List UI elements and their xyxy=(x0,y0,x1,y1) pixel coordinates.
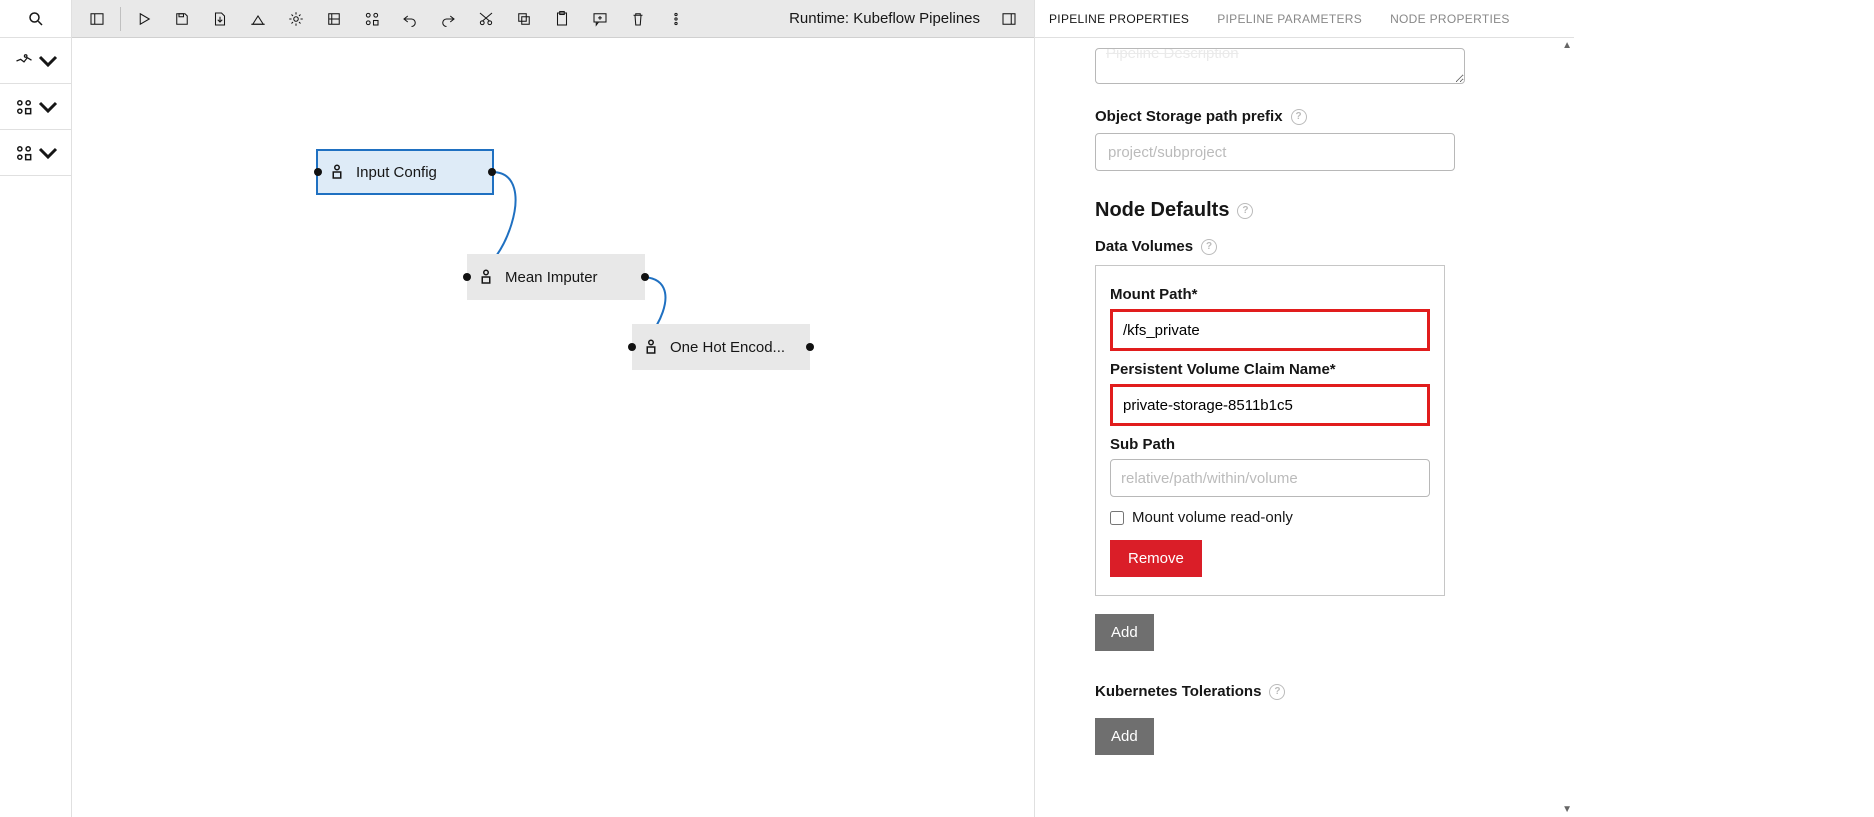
properties-scroll[interactable]: Pipeline Description Object Storage path… xyxy=(1035,38,1574,817)
paste-button[interactable] xyxy=(543,0,581,38)
add-volume-button[interactable]: Add xyxy=(1095,614,1154,651)
tab-pipeline-parameters[interactable]: PIPELINE PARAMETERS xyxy=(1203,0,1376,37)
properties-tabs: PIPELINE PROPERTIES PIPELINE PARAMETERS … xyxy=(1035,0,1574,38)
palette-cat-runner[interactable] xyxy=(0,38,71,84)
palette-search-button[interactable] xyxy=(0,0,71,38)
node-label: Mean Imputer xyxy=(505,269,598,286)
tab-node-properties[interactable]: NODE PROPERTIES xyxy=(1376,0,1524,37)
help-icon[interactable]: ? xyxy=(1291,109,1307,125)
node-port-in[interactable] xyxy=(463,273,471,281)
chevron-down-icon xyxy=(38,143,58,163)
runner-icon xyxy=(14,51,34,71)
panel-toggle-left-button[interactable] xyxy=(78,0,116,38)
chevron-down-icon xyxy=(38,51,58,71)
node-input-config[interactable]: Input Config xyxy=(316,149,494,195)
divider xyxy=(120,7,121,31)
tab-pipeline-properties[interactable]: PIPELINE PROPERTIES xyxy=(1035,0,1203,37)
node-port-in[interactable] xyxy=(628,343,636,351)
node-mean-imputer[interactable]: Mean Imputer xyxy=(467,254,645,300)
trailing-gap xyxy=(1574,0,1874,817)
node-one-hot-encoder[interactable]: One Hot Encod... xyxy=(632,324,810,370)
components-icon xyxy=(14,143,34,163)
help-icon[interactable]: ? xyxy=(1269,684,1285,700)
tolerations-label: Kubernetes Tolerations ? xyxy=(1095,683,1514,700)
add-component-button[interactable] xyxy=(353,0,391,38)
node-port-out[interactable] xyxy=(806,343,814,351)
editor-toolbar: Runtime: Kubeflow Pipelines xyxy=(72,0,1034,38)
runtimes-button[interactable] xyxy=(315,0,353,38)
panel-toggle-right-button[interactable] xyxy=(990,0,1028,38)
readonly-checkbox-row[interactable]: Mount volume read-only xyxy=(1110,509,1430,526)
delete-button[interactable] xyxy=(619,0,657,38)
data-volumes-label: Data Volumes ? xyxy=(1095,238,1514,255)
clear-button[interactable] xyxy=(239,0,277,38)
mount-path-highlight xyxy=(1110,309,1430,351)
cut-button[interactable] xyxy=(467,0,505,38)
component-icon xyxy=(642,338,660,356)
add-toleration-button[interactable]: Add xyxy=(1095,718,1154,755)
runtime-label: Runtime: Kubeflow Pipelines xyxy=(779,10,990,27)
component-icon xyxy=(328,163,346,181)
node-defaults-heading: Node Defaults ? xyxy=(1095,199,1514,222)
node-label: One Hot Encod... xyxy=(670,339,785,356)
more-button[interactable] xyxy=(657,0,695,38)
object-storage-prefix-label: Object Storage path prefix ? xyxy=(1095,108,1514,125)
pvc-name-highlight xyxy=(1110,384,1430,426)
chevron-down-icon xyxy=(38,97,58,117)
readonly-label: Mount volume read-only xyxy=(1132,509,1293,526)
center-column: Runtime: Kubeflow Pipelines Input Config… xyxy=(72,0,1034,817)
mount-path-input[interactable] xyxy=(1113,312,1427,348)
subpath-input[interactable] xyxy=(1110,459,1430,497)
copy-button[interactable] xyxy=(505,0,543,38)
scroll-down-arrow[interactable]: ▼ xyxy=(1562,804,1572,815)
scroll-up-arrow[interactable]: ▲ xyxy=(1562,40,1572,51)
undo-button[interactable] xyxy=(391,0,429,38)
readonly-checkbox[interactable] xyxy=(1110,511,1124,525)
remove-volume-button[interactable]: Remove xyxy=(1110,540,1202,577)
node-port-out[interactable] xyxy=(488,168,496,176)
mount-path-label: Mount Path* xyxy=(1110,286,1430,303)
save-button[interactable] xyxy=(163,0,201,38)
help-icon[interactable]: ? xyxy=(1201,239,1217,255)
node-label: Input Config xyxy=(356,164,437,181)
subpath-label: Sub Path xyxy=(1110,436,1430,453)
redo-button[interactable] xyxy=(429,0,467,38)
pvc-name-input[interactable] xyxy=(1113,387,1427,423)
pvc-name-label: Persistent Volume Claim Name* xyxy=(1110,361,1430,378)
palette-cat-components-2[interactable] xyxy=(0,130,71,176)
search-icon xyxy=(27,10,45,28)
components-icon xyxy=(14,97,34,117)
add-comment-button[interactable] xyxy=(581,0,619,38)
run-button[interactable] xyxy=(125,0,163,38)
component-icon xyxy=(477,268,495,286)
pipeline-canvas[interactable]: Input Config Mean Imputer One Hot Encod.… xyxy=(72,38,1034,817)
properties-panel: PIPELINE PROPERTIES PIPELINE PARAMETERS … xyxy=(1034,0,1574,817)
data-volume-item: Mount Path* Persistent Volume Claim Name… xyxy=(1095,265,1445,596)
settings-button[interactable] xyxy=(277,0,315,38)
palette-cat-components-1[interactable] xyxy=(0,84,71,130)
export-button[interactable] xyxy=(201,0,239,38)
edges-layer xyxy=(72,38,1034,817)
object-storage-prefix-input[interactable] xyxy=(1095,133,1455,171)
left-palette xyxy=(0,0,72,817)
help-icon[interactable]: ? xyxy=(1237,203,1253,219)
pipeline-description-textarea[interactable]: Pipeline Description xyxy=(1095,48,1465,84)
node-port-out[interactable] xyxy=(641,273,649,281)
node-port-in[interactable] xyxy=(314,168,322,176)
